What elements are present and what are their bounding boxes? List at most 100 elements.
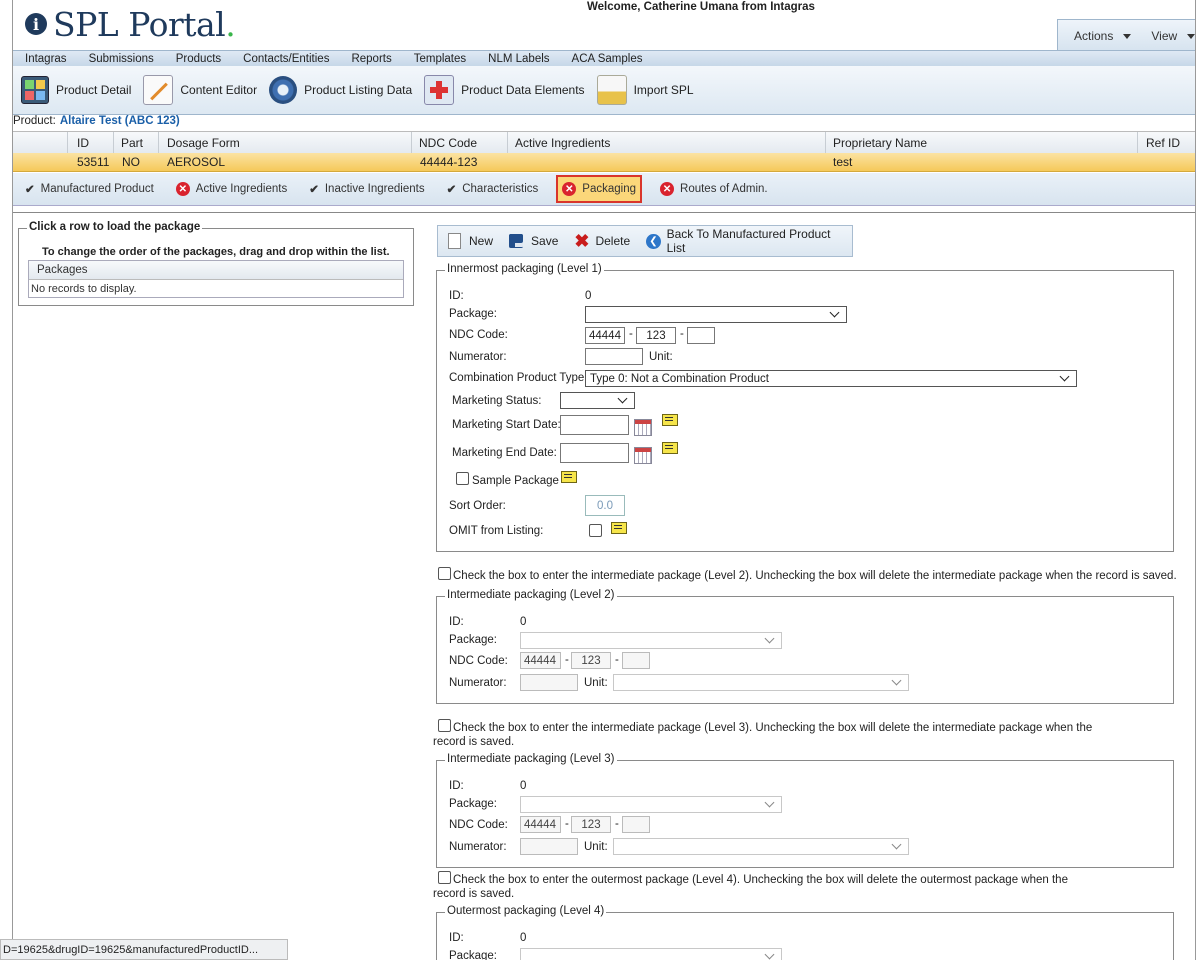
level2-package-select[interactable] — [520, 632, 782, 649]
level3-legend: Intermediate packaging (Level 3) — [445, 753, 617, 765]
cell-part: NO — [122, 155, 140, 169]
level1-combo-select[interactable]: Type 0: Not a Combination Product — [585, 370, 1077, 387]
level3-ndc-part1[interactable]: 44444 — [520, 816, 561, 833]
chevron-down-icon — [1187, 33, 1195, 39]
toolbar-product-listing-data[interactable]: Product Listing Data — [269, 76, 412, 104]
menu-contacts[interactable]: Contacts/Entities — [243, 53, 329, 65]
col-ndc-code[interactable]: NDC Code — [419, 132, 477, 154]
tab-packaging[interactable]: ✕ Packaging — [556, 175, 643, 203]
cell-proprietary-name: test — [833, 155, 853, 169]
menu-submissions[interactable]: Submissions — [89, 53, 154, 65]
menu-nlm-labels[interactable]: NLM Labels — [488, 53, 549, 65]
level2-package-label: Package: — [449, 634, 497, 646]
col-active-ingredients[interactable]: Active Ingredients — [515, 132, 610, 154]
back-button[interactable]: ❮ Back To Manufactured Product List — [646, 227, 846, 255]
menu-aca-samples[interactable]: ACA Samples — [572, 53, 643, 65]
level1-unit-label: Unit: — [649, 351, 673, 363]
tab-active-ingredients[interactable]: ✕ Active Ingredients — [172, 177, 291, 201]
level1-sort-input[interactable]: 0.0 — [585, 495, 625, 516]
level3-ndc-part2[interactable]: 123 — [571, 816, 611, 833]
level1-ndc-part1[interactable]: 44444 — [585, 327, 625, 344]
col-ref-id[interactable]: Ref ID — [1146, 132, 1180, 154]
level2-numerator-input[interactable] — [520, 674, 578, 691]
checkmark-icon: ✔ — [309, 184, 319, 196]
packages-grid: Packages No records to display. — [28, 260, 404, 298]
level3-unit-select[interactable] — [613, 838, 909, 855]
portal-frame: i SPL Portal. Welcome, Catherine Umana f… — [12, 0, 1196, 960]
note-icon[interactable] — [662, 414, 678, 426]
divider — [13, 212, 1195, 213]
back-arrow-icon: ❮ — [646, 233, 661, 249]
level2-ndc-part1[interactable]: 44444 — [520, 652, 561, 669]
note-icon[interactable] — [561, 471, 577, 483]
table-row[interactable]: 53511 NO AEROSOL 44444-123 test — [13, 153, 1195, 172]
actions-menu[interactable]: Actions — [1066, 29, 1132, 43]
level2-unit-select[interactable] — [613, 674, 909, 691]
note-icon[interactable] — [662, 442, 678, 454]
level1-ndc-part2[interactable]: 123 — [636, 327, 676, 344]
note-icon[interactable] — [611, 522, 627, 534]
calendar-icon[interactable] — [634, 419, 652, 436]
detail-tabs: ✔ Manufactured Product ✕ Active Ingredient… — [13, 173, 1195, 206]
level2-check-text: Check the box to enter the intermediate … — [453, 570, 1177, 582]
menu-products[interactable]: Products — [176, 53, 221, 65]
product-name-link[interactable]: Altaire Test (ABC 123) — [60, 115, 180, 127]
level1-end-date-input[interactable] — [560, 443, 629, 463]
level3-check-text-1: Check the box to enter the intermediate … — [453, 722, 1093, 734]
col-packages[interactable]: Packages — [29, 261, 403, 280]
new-button[interactable]: New — [448, 233, 493, 249]
toolbar-product-detail[interactable]: Product Detail — [21, 76, 131, 104]
import-icon — [596, 75, 627, 105]
tab-inactive-ingredients[interactable]: ✔ Inactive Ingredients — [305, 177, 428, 201]
error-icon: ✕ — [660, 182, 675, 196]
calendar-icon[interactable] — [634, 447, 652, 464]
ndc-dash: - — [615, 654, 619, 666]
level4-id-label: ID: — [449, 932, 464, 944]
level3-package-select[interactable] — [520, 796, 782, 813]
error-icon: ✕ — [562, 182, 577, 196]
level2-unit-label: Unit: — [584, 677, 608, 689]
level3-ndc-part3[interactable] — [622, 816, 650, 833]
level1-combo-label: Combination Product Type: — [449, 372, 588, 384]
toolbar-content-editor[interactable]: Content Editor — [143, 75, 257, 105]
level1-package-select[interactable] — [585, 306, 847, 323]
tab-manufactured-product[interactable]: ✔ Manufactured Product — [21, 177, 158, 201]
sample-package-checkbox[interactable] — [456, 472, 469, 485]
level4-check-text-2: record is saved. — [433, 888, 515, 900]
col-dosage-form[interactable]: Dosage Form — [167, 132, 240, 154]
save-button[interactable]: Save — [509, 234, 558, 248]
new-document-icon — [448, 233, 461, 249]
col-id[interactable]: ID — [77, 132, 89, 154]
level4-package-label: Package: — [449, 950, 497, 960]
level2-ndc-part3[interactable] — [622, 652, 650, 669]
level3-enable-checkbox[interactable] — [438, 719, 451, 732]
level3-numerator-input[interactable] — [520, 838, 578, 855]
menu-intagras[interactable]: Intagras — [25, 53, 67, 65]
logo-dot: . — [225, 4, 236, 44]
chevron-down-icon — [764, 949, 775, 960]
tab-routes-of-admin[interactable]: ✕ Routes of Admin. — [656, 177, 772, 201]
ndc-dash: - — [680, 328, 684, 340]
level1-legend: Innermost packaging (Level 1) — [445, 263, 604, 275]
level1-marketing-status-select[interactable] — [560, 392, 635, 409]
col-part[interactable]: Part — [121, 132, 143, 154]
col-proprietary-name[interactable]: Proprietary Name — [833, 132, 927, 154]
level1-numerator-input[interactable] — [585, 348, 643, 365]
ndc-dash: - — [565, 818, 569, 830]
level2-ndc-part2[interactable]: 123 — [571, 652, 611, 669]
toolbar-product-data-elements[interactable]: Product Data Elements — [424, 75, 585, 105]
menu-reports[interactable]: Reports — [351, 53, 391, 65]
level1-ndc-part3[interactable] — [687, 327, 715, 344]
level2-enable-checkbox[interactable] — [438, 567, 451, 580]
toolbar-import-spl[interactable]: Import SPL — [596, 75, 694, 105]
spl-portal-logo[interactable]: i SPL Portal. — [25, 4, 236, 44]
omit-listing-checkbox[interactable] — [589, 524, 602, 537]
view-menu[interactable]: View — [1143, 29, 1195, 43]
tab-characteristics[interactable]: ✔ Characteristics — [443, 177, 543, 201]
delete-button[interactable]: ✖ Delete — [574, 232, 630, 250]
level1-start-date-input[interactable] — [560, 415, 629, 435]
menu-templates[interactable]: Templates — [414, 53, 466, 65]
top-right-menu: Actions View — [1057, 19, 1195, 52]
level4-enable-checkbox[interactable] — [438, 871, 451, 884]
level4-package-select[interactable] — [520, 948, 782, 960]
